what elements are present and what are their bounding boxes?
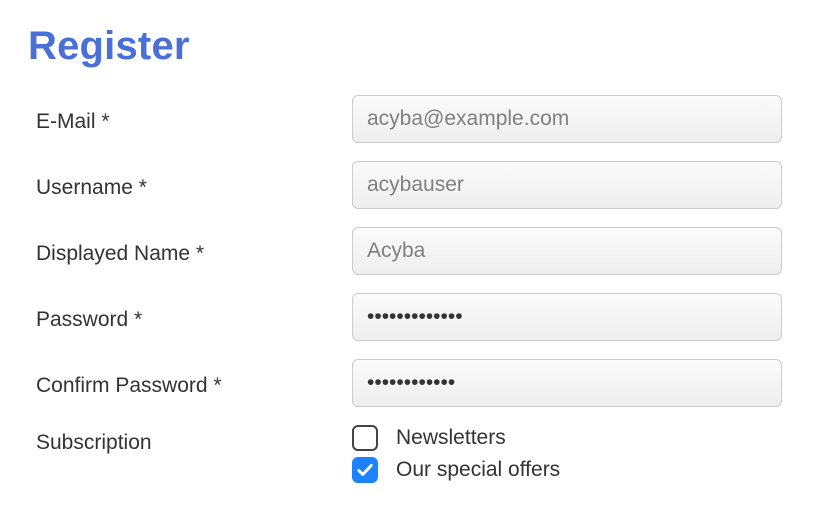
label-displayed-name: Displayed Name * bbox=[36, 236, 352, 266]
check-icon bbox=[356, 461, 374, 479]
label-confirm-password: Confirm Password * bbox=[36, 368, 352, 398]
displayed-name-field[interactable] bbox=[352, 227, 782, 275]
label-subscription: Subscription bbox=[36, 425, 352, 455]
label-email: E-Mail * bbox=[36, 104, 352, 134]
label-username: Username * bbox=[36, 170, 352, 200]
option-label-newsletters: Newsletters bbox=[396, 426, 506, 450]
checkbox-special-offers[interactable] bbox=[352, 457, 378, 483]
page-title: Register bbox=[28, 24, 792, 69]
subscription-options: Newsletters Our special offers bbox=[352, 425, 792, 489]
email-field[interactable] bbox=[352, 95, 782, 143]
checkbox-newsletters[interactable] bbox=[352, 425, 378, 451]
row-email: E-Mail * bbox=[28, 95, 792, 143]
row-confirm-password: Confirm Password * bbox=[28, 359, 792, 407]
username-field[interactable] bbox=[352, 161, 782, 209]
row-subscription: Subscription Newsletters Our special off… bbox=[28, 425, 792, 489]
option-newsletters: Newsletters bbox=[352, 425, 792, 451]
confirm-password-field[interactable] bbox=[352, 359, 782, 407]
row-displayed-name: Displayed Name * bbox=[28, 227, 792, 275]
row-username: Username * bbox=[28, 161, 792, 209]
label-password: Password * bbox=[36, 302, 352, 332]
option-special-offers: Our special offers bbox=[352, 457, 792, 483]
option-label-special-offers: Our special offers bbox=[396, 458, 560, 482]
password-field[interactable] bbox=[352, 293, 782, 341]
row-password: Password * bbox=[28, 293, 792, 341]
